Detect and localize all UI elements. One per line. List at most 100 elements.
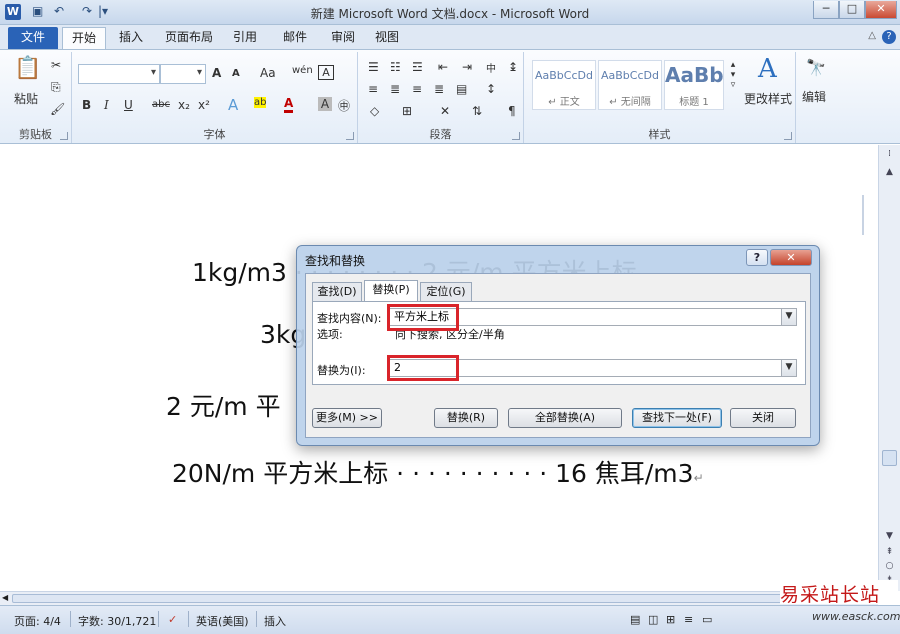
- multilevel-list-icon[interactable]: ☲: [412, 60, 423, 74]
- sort-icon[interactable]: ↨: [508, 60, 518, 74]
- scroll-down-icon[interactable]: ▼: [882, 531, 897, 541]
- style-no-spacing[interactable]: AaBbCcDd ↵ 无间隔: [598, 60, 662, 110]
- web-layout-icon[interactable]: ⊞: [666, 613, 675, 626]
- replace-all-button[interactable]: 全部替换(A): [508, 408, 622, 428]
- find-next-button[interactable]: 查找下一处(F): [632, 408, 722, 428]
- increase-indent-icon[interactable]: ⇥: [462, 60, 472, 74]
- superscript-button[interactable]: x²: [198, 98, 210, 112]
- tab-find[interactable]: 查找(D): [312, 282, 362, 301]
- bold-button[interactable]: B: [82, 98, 91, 112]
- style-heading-1[interactable]: AaBb 标题 1: [664, 60, 724, 110]
- text-effects-icon[interactable]: A: [228, 96, 238, 114]
- more-button[interactable]: 更多(M) >>: [312, 408, 382, 428]
- find-binoculars-icon[interactable]: 🔭: [806, 58, 826, 77]
- find-history-dropdown-icon[interactable]: ▼: [781, 309, 796, 325]
- tab-review[interactable]: 审阅: [324, 27, 362, 49]
- tab-view[interactable]: 视图: [368, 27, 406, 49]
- clipboard-launcher-icon[interactable]: [60, 132, 68, 140]
- justify-icon[interactable]: ≣: [434, 82, 444, 96]
- strikethrough-button[interactable]: abc: [152, 99, 170, 110]
- align-left-icon[interactable]: ≡: [368, 82, 378, 96]
- language-indicator[interactable]: 英语(美国): [196, 613, 249, 629]
- shading-icon[interactable]: ◇: [370, 104, 379, 118]
- underline-button[interactable]: U: [124, 98, 133, 112]
- page-count[interactable]: 页面: 4/4: [14, 613, 61, 629]
- paragraph-mark-icon: ↵: [693, 471, 704, 485]
- change-styles-button[interactable]: 更改样式: [744, 90, 792, 107]
- paste-icon[interactable]: 📋: [14, 56, 41, 81]
- sort-text-icon[interactable]: ⇅: [472, 104, 482, 118]
- editing-button[interactable]: 编辑: [802, 88, 826, 105]
- insert-mode-indicator[interactable]: 插入: [264, 613, 286, 629]
- collapse-ribbon-icon[interactable]: △: [868, 30, 876, 41]
- italic-button[interactable]: I: [104, 98, 109, 112]
- font-size-combo[interactable]: [160, 64, 206, 84]
- grow-font-icon[interactable]: A: [212, 66, 221, 80]
- outline-icon[interactable]: ≡: [684, 613, 693, 626]
- tab-goto[interactable]: 定位(G): [420, 282, 472, 301]
- enclose-char-icon[interactable]: ㊥: [338, 97, 350, 114]
- vertical-scrollbar[interactable]: ⁞ ▲ ▼ ⇞ ○ ⇟: [878, 145, 900, 591]
- scroll-left-icon[interactable]: ◀: [2, 593, 8, 602]
- tab-insert[interactable]: 插入: [112, 27, 150, 49]
- paragraph-launcher-icon[interactable]: [512, 132, 520, 140]
- copy-icon[interactable]: ⎘: [51, 80, 61, 95]
- align-center-icon[interactable]: ≣: [390, 82, 400, 96]
- print-layout-icon[interactable]: ▤: [630, 613, 640, 626]
- tab-page-layout[interactable]: 页面布局: [160, 27, 218, 49]
- vertical-scroll-thumb[interactable]: [882, 450, 897, 466]
- asian-typography-icon[interactable]: ✕: [440, 104, 450, 118]
- scroll-up-icon[interactable]: ▲: [882, 167, 897, 177]
- clear-format-icon[interactable]: wén: [292, 65, 313, 76]
- minimize-button[interactable]: ─: [813, 1, 839, 19]
- tab-replace[interactable]: 替换(P): [364, 280, 418, 302]
- styles-scroll-icon[interactable]: ▴ ▾ ▿: [728, 60, 738, 90]
- font-name-combo[interactable]: [78, 64, 160, 84]
- tab-references[interactable]: 引用: [226, 27, 264, 49]
- line-spacing-icon[interactable]: ↕: [486, 82, 496, 96]
- highlight-icon[interactable]: ab: [254, 97, 267, 108]
- tab-file[interactable]: 文件: [8, 27, 58, 49]
- draft-icon[interactable]: ▭: [702, 613, 712, 626]
- replace-button[interactable]: 替换(R): [434, 408, 498, 428]
- tab-home[interactable]: 开始: [62, 27, 106, 49]
- char-shading-icon[interactable]: A: [318, 97, 332, 111]
- ruler-toggle-icon[interactable]: ⁞: [882, 149, 897, 159]
- show-marks-icon[interactable]: ¶: [508, 104, 516, 118]
- shrink-font-icon[interactable]: A: [232, 68, 240, 79]
- change-case-icon[interactable]: Aa: [260, 66, 276, 80]
- dialog-help-button[interactable]: ?: [746, 249, 768, 266]
- full-screen-reading-icon[interactable]: ◫: [648, 613, 658, 626]
- chinese-layout-icon[interactable]: 中: [486, 60, 496, 75]
- font-launcher-icon[interactable]: [346, 132, 354, 140]
- cut-icon[interactable]: ✂: [51, 58, 61, 72]
- change-styles-icon[interactable]: A: [758, 54, 777, 84]
- replace-history-dropdown-icon[interactable]: ▼: [781, 360, 796, 376]
- word-count[interactable]: 字数: 30/1,721: [78, 613, 156, 629]
- bullets-icon[interactable]: ☰: [368, 60, 379, 74]
- char-border-icon[interactable]: A: [318, 65, 334, 80]
- browse-object-icon[interactable]: ○: [882, 561, 897, 571]
- format-painter-icon[interactable]: 🖌: [50, 102, 65, 116]
- tab-mailings[interactable]: 邮件: [276, 27, 314, 49]
- style-normal[interactable]: AaBbCcDd ↵ 正文: [532, 60, 596, 110]
- decrease-indent-icon[interactable]: ⇤: [438, 60, 448, 74]
- styles-launcher-icon[interactable]: [784, 132, 792, 140]
- style-sample: AaBbCcDd: [535, 69, 593, 82]
- close-window-button[interactable]: ✕: [865, 1, 897, 19]
- horizontal-scroll-thumb[interactable]: [12, 594, 864, 603]
- horizontal-scrollbar[interactable]: ◀ ▶: [0, 591, 878, 605]
- close-button[interactable]: 关闭: [730, 408, 796, 428]
- paste-button[interactable]: 粘贴: [14, 90, 38, 107]
- borders-icon[interactable]: ⊞: [402, 104, 412, 118]
- align-right-icon[interactable]: ≡: [412, 82, 422, 96]
- help-icon[interactable]: ?: [882, 30, 896, 44]
- subscript-button[interactable]: x₂: [178, 98, 190, 112]
- numbering-icon[interactable]: ☷: [390, 60, 401, 74]
- previous-page-icon[interactable]: ⇞: [882, 547, 897, 557]
- proofing-icon[interactable]: ✓: [168, 613, 177, 626]
- distribute-icon[interactable]: ▤: [456, 82, 467, 96]
- maximize-button[interactable]: □: [839, 1, 865, 19]
- dialog-close-button[interactable]: ✕: [770, 249, 812, 266]
- font-color-icon[interactable]: A: [284, 96, 294, 113]
